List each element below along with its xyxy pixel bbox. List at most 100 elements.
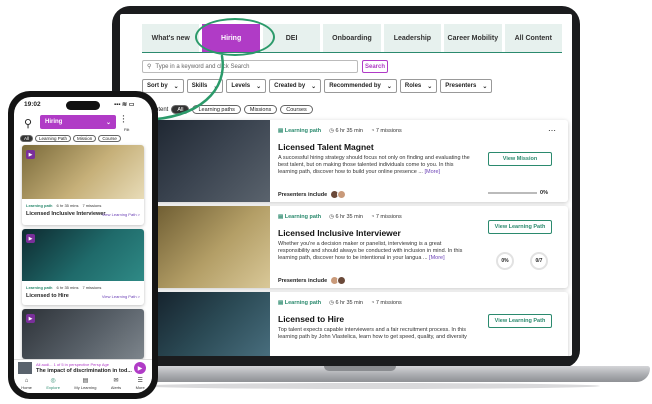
content-card: ▤ Learning path ◷ 6 hr 35 min ◔ 7 missio…	[150, 292, 568, 356]
filter-label: Recommended by	[329, 83, 381, 89]
card-description: Whether you're a decision maker or panel…	[278, 241, 463, 261]
missions-ring: 0/7	[530, 252, 548, 270]
content-card[interactable]: ▶	[22, 309, 144, 359]
card-title: Licensed Inclusive Interviewer	[26, 211, 106, 217]
filter-recommended-by[interactable]: Recommended by ⌄	[324, 79, 397, 93]
chevron-down-icon: ⌄	[386, 83, 392, 90]
play-icon[interactable]: ▶	[26, 234, 35, 243]
bottom-nav: ⌂ Home ◎ Explore ▤ My Learning ✉ Alerts ☰ Mor…	[14, 375, 152, 393]
dynamic-island	[66, 101, 100, 110]
status-time: 19:02	[24, 101, 41, 108]
chip-courses[interactable]: Courses	[280, 105, 313, 114]
content-card[interactable]: ▶ Learning path 6 hr 35 mins 7 missions Li…	[22, 145, 144, 225]
avatar	[337, 190, 347, 199]
nav-more[interactable]: ☰ More	[136, 377, 145, 390]
search-icon[interactable]: ⚲	[24, 117, 32, 130]
progress-ring: 0%	[496, 252, 514, 270]
chevron-down-icon: ⌄	[482, 83, 488, 90]
card-thumbnail[interactable]	[150, 292, 270, 356]
progress-bar: 0%	[488, 190, 548, 196]
now-playing-title: The impact of discrimination in tod...	[36, 368, 132, 374]
presenters-row: Presenters include	[278, 276, 347, 285]
tab-whats-new[interactable]: What's new	[142, 24, 200, 52]
missions-icon: ◔ 7 missions	[370, 300, 402, 306]
missions-icon: ◔ 7 missions	[370, 214, 402, 220]
nav-my-learning[interactable]: ▤ My Learning	[74, 377, 96, 390]
filter-roles[interactable]: Roles ⌄	[399, 79, 438, 93]
card-description: Top talent expects capable interviewers …	[278, 327, 467, 340]
laptop-notch	[324, 366, 396, 371]
card-meta: ▤ Learning path ◷ 6 hr 35 min ◔ 7 missio…	[278, 214, 402, 220]
card-title[interactable]: Licensed to Hire	[278, 314, 344, 324]
content-card[interactable]: ▶ Learning path 6 hr 35 mins 7 missions Li…	[22, 229, 144, 305]
learning-path-icon: ▤ Learning path	[278, 300, 322, 306]
laptop-shadow	[140, 383, 600, 389]
filter-label: Created by	[274, 83, 306, 89]
filter-icon[interactable]: ⫶	[122, 114, 125, 127]
explore-icon: ◎	[50, 378, 56, 384]
nav-alerts[interactable]: ✉ Alerts	[111, 377, 121, 390]
chevron-down-icon: ⌄	[427, 83, 433, 90]
more-link[interactable]: [More]	[424, 169, 440, 175]
play-icon[interactable]: ▶	[26, 150, 35, 159]
card-title[interactable]: Licensed Talent Magnet	[278, 142, 374, 152]
card-meta: ▤ Learning path ◷ 6 hr 35 min ◔ 7 missio…	[278, 300, 402, 306]
presenters-row: Presenters include	[278, 190, 347, 199]
content-card: ▤ Learning path ◷ 6 hr 35 min ◔ 7 missio…	[150, 206, 568, 288]
search-button[interactable]: Search	[362, 60, 388, 73]
more-link[interactable]: [More]	[429, 255, 445, 261]
now-playing-bar[interactable]: All audi... 1 of 5 in perspective Persp …	[14, 359, 152, 375]
chevron-down-icon: ⌄	[311, 83, 317, 90]
nav-explore[interactable]: ◎ Explore	[46, 377, 60, 390]
card-title[interactable]: Licensed Inclusive Interviewer	[278, 228, 401, 238]
filter-created-by[interactable]: Created by ⌄	[269, 79, 322, 93]
category-dropdown[interactable]: Hiring ⌄	[40, 115, 116, 129]
tab-onboarding[interactable]: Onboarding	[323, 24, 381, 52]
bell-icon: ✉	[113, 378, 119, 384]
tab-leadership[interactable]: Leadership	[383, 24, 442, 52]
content-type-chips: All Learning Path Mission Course	[20, 135, 121, 142]
filter-label: Presenters	[445, 83, 477, 89]
card-thumbnail	[22, 229, 144, 281]
view-mission-button[interactable]: View Mission	[488, 152, 552, 166]
learning-path-icon: ▤ Learning path	[278, 214, 322, 220]
chevron-down-icon: ⌄	[105, 119, 111, 126]
menu-icon: ☰	[137, 378, 143, 384]
more-options-icon[interactable]: ⋯	[548, 126, 556, 135]
avatar	[337, 276, 347, 285]
card-title: Licensed to Hire	[26, 293, 69, 299]
tab-all-content[interactable]: All Content	[504, 24, 562, 52]
card-thumbnail	[22, 145, 144, 199]
chip-learning-path[interactable]: Learning Path	[35, 135, 72, 142]
view-learning-path-button[interactable]: View Learning Path	[488, 220, 552, 234]
card-thumbnail[interactable]	[150, 206, 270, 288]
dropdown-label: Hiring	[45, 119, 63, 125]
status-icons: ▪▪▪ ≋ ▭	[114, 102, 135, 108]
clock-icon: ◷ 6 hr 35 min	[329, 214, 363, 220]
clock-icon: ◷ 6 hr 35 min	[329, 128, 363, 134]
view-learning-path-link[interactable]: View Learning Path >	[102, 212, 140, 217]
card-thumbnail	[22, 309, 144, 359]
chip-mission[interactable]: Mission	[73, 135, 97, 142]
tab-career-mobility[interactable]: Career Mobility	[444, 24, 502, 52]
play-icon[interactable]: ▶	[134, 362, 146, 374]
filter-label: Filt	[124, 127, 130, 132]
now-playing-thumbnail	[18, 362, 32, 374]
chip-course[interactable]: Course	[98, 135, 121, 142]
filter-presenters[interactable]: Presenters ⌄	[440, 79, 493, 93]
chip-all[interactable]: All	[20, 135, 34, 142]
card-meta: Learning path 6 hr 35 mins 7 missions	[26, 285, 102, 290]
play-icon[interactable]: ▶	[26, 314, 35, 323]
now-playing-subtitle: All audi... 1 of 5 in perspective Persp …	[36, 362, 109, 367]
view-learning-path-link[interactable]: View Learning Path >	[102, 294, 140, 299]
chevron-down-icon: ⌄	[256, 83, 262, 90]
card-description: A successful hiring strategy should focu…	[278, 155, 470, 175]
missions-icon: ◔ 7 missions	[370, 128, 402, 134]
book-icon: ▤	[82, 378, 89, 384]
view-learning-path-button[interactable]: View Learning Path	[488, 314, 552, 328]
filter-label: Roles	[404, 83, 422, 89]
nav-home[interactable]: ⌂ Home	[21, 377, 32, 390]
clock-icon: ◷ 6 hr 35 min	[329, 300, 363, 306]
card-meta: ▤ Learning path ◷ 6 hr 35 min ◔ 7 missio…	[278, 128, 402, 134]
home-icon: ⌂	[24, 378, 29, 384]
